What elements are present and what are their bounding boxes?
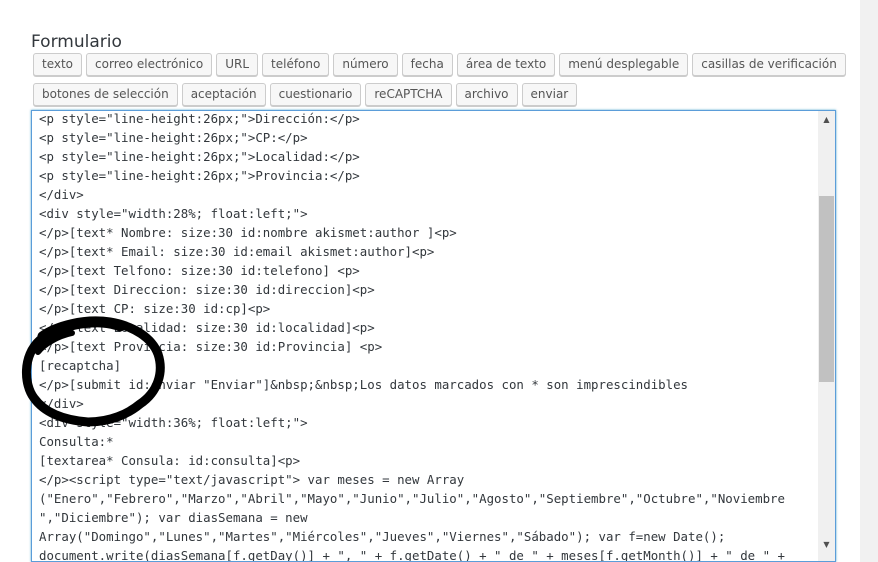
tag-generator-row-1: texto correo electrónico URL teléfono número…: [33, 53, 846, 76]
form-title: Formulario: [31, 32, 122, 53]
code-line: </p>[submit id:enviar "Enviar"]&nbsp;&nb…: [39, 377, 689, 392]
code-line: </p>[text Provincia: size:30 id:Provinci…: [39, 339, 383, 354]
code-line: <p style="line-height:26px;">Provincia:<…: [39, 168, 360, 183]
code-line: <p style="line-height:26px;">CP:</p>: [39, 130, 308, 145]
tag-button-tags_row1-5[interactable]: fecha: [401, 53, 453, 76]
tag-button-tags_row1-8[interactable]: casillas de verificación: [692, 53, 846, 76]
vertical-scrollbar[interactable]: ▲ ▼: [818, 111, 835, 561]
code-line: Consulta:*: [39, 434, 114, 449]
code-line: ("Enero","Febrero","Marzo","Abril","Mayo…: [39, 491, 785, 506]
tag-button-tags_row1-4[interactable]: número: [333, 53, 398, 76]
form-code-content[interactable]: <p style="line-height:26px;">Dirección:<…: [39, 111, 809, 562]
tag-button-tags_row2-3[interactable]: reCAPTCHA: [365, 83, 452, 106]
tag-button-tags_row1-7[interactable]: menú desplegable: [559, 53, 689, 76]
form-code-textarea[interactable]: <p style="line-height:26px;">Dirección:<…: [31, 110, 836, 562]
code-line: ","Diciembre"); var diasSemana = new: [39, 510, 308, 525]
tag-button-tags_row2-2[interactable]: cuestionario: [269, 83, 362, 106]
tag-button-tags_row1-1[interactable]: correo electrónico: [86, 53, 213, 76]
code-line: </div>: [39, 396, 84, 411]
tag-button-tags_row2-5[interactable]: enviar: [521, 83, 578, 106]
arrow-down-icon[interactable]: ▼: [818, 536, 835, 553]
code-line: </p>[text Localidad: size:30 id:localida…: [39, 320, 375, 335]
tag-button-tags_row2-4[interactable]: archivo: [455, 83, 518, 106]
tag-generator-row-2: botones de selección aceptación cuestionar…: [33, 83, 578, 106]
code-line: </p>[text* Email: size:30 id:email akism…: [39, 244, 435, 259]
code-line: </p>[text Direccion: size:30 id:direccio…: [39, 282, 375, 297]
code-line: [recaptcha]: [39, 358, 122, 373]
code-line: </p><script type="text/javascript"> var …: [39, 472, 465, 487]
arrow-up-icon[interactable]: ▲: [818, 111, 835, 128]
tag-button-tags_row1-2[interactable]: URL: [216, 53, 259, 76]
tag-button-tags_row1-3[interactable]: teléfono: [262, 53, 330, 76]
code-line: <div style="width:36%; float:left;">: [39, 415, 308, 430]
code-line: Array("Domingo","Lunes","Martes","Miérco…: [39, 529, 726, 544]
code-line: <p style="line-height:26px;">Dirección:<…: [39, 111, 360, 126]
code-line: </p>[text* Nombre: size:30 id:nombre aki…: [39, 225, 457, 240]
tag-button-tags_row1-0[interactable]: texto: [33, 53, 83, 76]
tag-button-tags_row1-6[interactable]: área de texto: [456, 53, 556, 76]
code-line: <p style="line-height:26px;">Localidad:<…: [39, 149, 360, 164]
right-gutter: [860, 0, 878, 562]
code-line: </p>[text Telfono: size:30 id:telefono] …: [39, 263, 360, 278]
code-line: document.write(diasSemana[f.getDay()] + …: [39, 548, 785, 562]
code-line: </p>[text CP: size:30 id:cp]<p>: [39, 301, 271, 316]
scrollbar-thumb[interactable]: [819, 196, 834, 382]
tag-button-tags_row2-0[interactable]: botones de selección: [33, 83, 178, 106]
code-line: </div>: [39, 187, 84, 202]
code-line: <div style="width:28%; float:left;">: [39, 206, 308, 221]
code-line: [textarea* Consula: id:consulta]<p>: [39, 453, 301, 468]
form-panel: Formulario texto correo electrónico URL tel…: [0, 0, 860, 562]
tag-button-tags_row2-1[interactable]: aceptación: [181, 83, 266, 106]
